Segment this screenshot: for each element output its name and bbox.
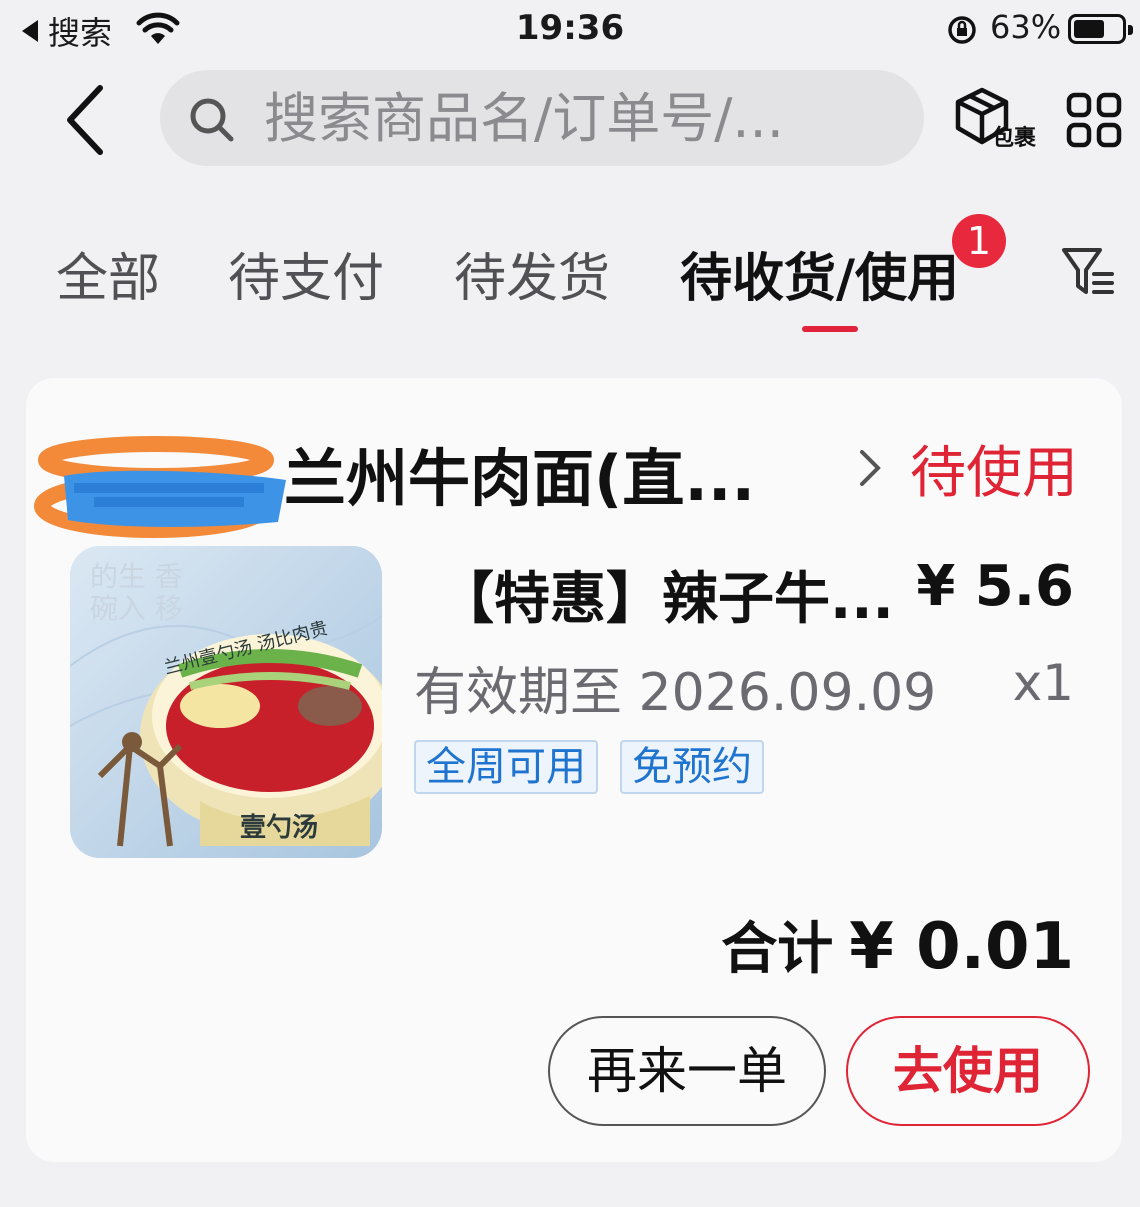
rotation-lock-icon <box>948 16 976 44</box>
total-label: 合计 <box>721 917 834 982</box>
package-label: 包裹 <box>992 126 1037 151</box>
battery-percent: 63% <box>990 8 1062 46</box>
shop-name: 兰州牛肉面(直... <box>284 442 755 515</box>
chevron-right-icon <box>860 450 881 486</box>
active-tab-indicator <box>802 326 858 332</box>
order-status: 待使用 <box>910 441 1078 506</box>
battery-icon <box>1068 14 1133 44</box>
expiry-date: 有效期至 2026.09.09 <box>414 663 937 723</box>
search-input[interactable] <box>264 84 904 152</box>
grid-menu-icon[interactable] <box>1066 92 1122 148</box>
package-button[interactable]: 包裹 <box>954 86 1044 152</box>
shop-row[interactable]: 兰州牛肉面(直... 待使用 <box>26 418 1122 538</box>
back-arrow-icon[interactable] <box>54 80 124 160</box>
tab-pending-payment[interactable]: 待支付 <box>228 236 384 311</box>
use-voucher-button[interactable]: 去使用 <box>846 1016 1090 1126</box>
tab-pending-shipment[interactable]: 待发货 <box>454 236 610 311</box>
order-total: 合计 ¥ 0.01 <box>721 904 1074 985</box>
order-list-page: 搜索 19:36 63% 包裹 <box>0 0 1140 1207</box>
tab-pending-receipt-use[interactable]: 待收货/使用 <box>680 236 959 311</box>
search-icon <box>190 98 234 142</box>
reorder-button[interactable]: 再来一单 <box>548 1016 826 1126</box>
search-bar[interactable] <box>160 70 924 166</box>
quantity: x1 <box>1012 654 1074 712</box>
tab-count-badge: 1 <box>952 214 1006 268</box>
status-bar: 搜索 19:36 63% <box>0 0 1140 60</box>
tag-all-week: 全周可用 <box>414 740 598 794</box>
product-thumbnail[interactable]: 的生 香 碗入 移 壹勺汤 兰州壹勺汤 汤比肉贵 <box>70 546 382 858</box>
tag-no-reservation: 免预约 <box>620 740 764 794</box>
filter-icon[interactable] <box>1060 244 1116 300</box>
noodle-bowl-image: 的生 香 碗入 移 壹勺汤 兰州壹勺汤 汤比肉贵 <box>70 546 382 858</box>
product-price: ¥ 5.6 <box>916 554 1074 619</box>
tab-all[interactable]: 全部 <box>56 236 160 311</box>
total-amount: ¥ 0.01 <box>849 910 1074 984</box>
product-title: 【特惠】辣子牛... <box>438 567 894 632</box>
order-card[interactable]: 兰州牛肉面(直... 待使用 的生 香 碗入 移 壹勺汤 兰州壹勺汤 汤比肉贵 … <box>26 378 1122 1162</box>
bowl-brand-text: 壹勺汤 <box>240 813 318 843</box>
redaction-scribble <box>34 436 286 538</box>
svg-text:碗入 移: 碗入 移 <box>90 592 183 625</box>
svg-text:的生 香: 的生 香 <box>90 560 183 593</box>
